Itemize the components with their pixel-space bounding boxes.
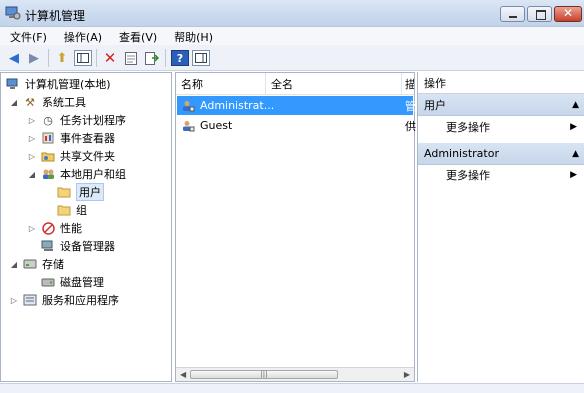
back-icon[interactable]: ◀	[5, 50, 23, 66]
minimize-button[interactable]	[500, 6, 525, 22]
toolbar: ◀ ▶ ⬆ ✕ ?	[0, 45, 584, 71]
list-item[interactable]: Administrat... 管	[177, 96, 416, 115]
more-actions-administrator[interactable]: 更多操作 ▶	[418, 165, 584, 185]
tree-item-groups[interactable]: 组	[56, 201, 87, 219]
scroll-left-icon[interactable]: ◀	[180, 370, 186, 379]
tree-item-system-tools[interactable]: ◢ ⚒ 系统工具	[9, 93, 86, 111]
tree-item-users[interactable]: 用户	[56, 183, 104, 201]
menu-help[interactable]: 帮助(H)	[164, 27, 220, 45]
toolbar-separator	[96, 49, 97, 67]
device-manager-icon	[40, 239, 56, 253]
actions-pane: 操作 用户 ▲ 更多操作 ▶ Administrator ▲ 更多操作 ▶	[417, 72, 584, 382]
help-icon[interactable]: ?	[171, 50, 189, 66]
collapse-arrow-icon[interactable]: ◢	[27, 170, 37, 179]
scroll-right-icon[interactable]: ▶	[404, 370, 410, 379]
list-item[interactable]: Guest 供	[177, 116, 416, 135]
toolbar-separator	[48, 49, 49, 67]
title-bar: 计算机管理 ✕	[0, 0, 584, 27]
delete-icon[interactable]: ✕	[101, 50, 119, 66]
close-icon: ✕	[562, 6, 574, 20]
clock-icon: ◷	[43, 113, 53, 127]
submenu-arrow-icon: ▶	[570, 170, 577, 180]
scrollbar-thumb[interactable]: |||	[190, 370, 338, 379]
show-hide-actions-icon[interactable]	[192, 50, 210, 66]
properties-icon[interactable]	[122, 50, 140, 66]
tree-item-device-manager[interactable]: 设备管理器	[40, 237, 115, 255]
column-header-fullname[interactable]: 全名	[266, 73, 402, 95]
tree-item-event-viewer[interactable]: ▷ 事件查看器	[27, 129, 115, 147]
user-name: Guest	[200, 119, 233, 132]
folder-icon	[56, 203, 72, 217]
tree-item-storage[interactable]: ◢ 存储	[9, 255, 64, 273]
maximize-button[interactable]	[527, 6, 552, 22]
shared-folder-icon	[40, 149, 56, 163]
users-group-icon	[40, 167, 56, 181]
collapse-arrow-icon[interactable]: ◢	[9, 260, 19, 269]
tree-item-shared-folders[interactable]: ▷ 共享文件夹	[27, 147, 115, 165]
tree-item-root[interactable]: 计算机管理(本地)	[5, 75, 111, 93]
tree-item-performance[interactable]: ▷ 性能	[27, 219, 82, 237]
menu-view[interactable]: 查看(V)	[109, 27, 164, 45]
user-list: 名称 全名 描 Administrat... 管 Guest 供 ◀ ||| ▶	[175, 72, 416, 382]
actions-group-administrator[interactable]: Administrator ▲	[418, 143, 584, 165]
close-button[interactable]: ✕	[554, 6, 582, 22]
export-icon[interactable]	[143, 50, 161, 66]
actions-group-users[interactable]: 用户 ▲	[418, 94, 584, 116]
toolbar-separator	[165, 49, 166, 67]
show-hide-tree-icon[interactable]	[74, 50, 92, 66]
tree-item-local-users-groups[interactable]: ◢ 本地用户和组	[27, 165, 126, 183]
expand-arrow-icon[interactable]: ▷	[9, 296, 19, 305]
menu-bar: 文件(F) 操作(A) 查看(V) 帮助(H)	[0, 27, 584, 45]
user-icon	[180, 119, 196, 133]
column-header-name[interactable]: 名称	[176, 73, 266, 95]
user-icon	[180, 99, 196, 113]
user-description: 供	[405, 119, 416, 133]
tree-item-task-scheduler[interactable]: ▷ ◷ 任务计划程序	[27, 111, 126, 129]
menu-action[interactable]: 操作(A)	[54, 27, 109, 45]
forward-icon[interactable]: ▶	[25, 50, 43, 66]
up-icon[interactable]: ⬆	[53, 50, 71, 66]
collapse-up-icon[interactable]: ▲	[572, 100, 579, 110]
navigation-tree: 计算机管理(本地) ◢ ⚒ 系统工具 ▷ ◷ 任务计划程序 ▷ 事件查看器 ▷ …	[0, 72, 172, 382]
expand-arrow-icon[interactable]: ▷	[27, 152, 37, 161]
status-bar	[0, 383, 584, 393]
performance-icon	[40, 221, 56, 235]
expand-arrow-icon[interactable]: ▷	[27, 134, 37, 143]
expand-arrow-icon[interactable]: ▷	[27, 116, 37, 125]
actions-title: 操作	[418, 72, 584, 94]
tools-icon: ⚒	[25, 95, 35, 109]
column-header-description[interactable]: 描	[402, 73, 414, 95]
tree-item-disk-management[interactable]: 磁盘管理	[40, 273, 104, 291]
collapse-up-icon[interactable]: ▲	[572, 149, 579, 159]
event-viewer-icon	[40, 131, 56, 145]
user-name: Administrat...	[200, 99, 275, 112]
computer-management-icon	[5, 77, 21, 91]
window-title: 计算机管理	[25, 9, 86, 23]
tree-item-services-apps[interactable]: ▷ 服务和应用程序	[9, 291, 119, 309]
disk-icon	[40, 275, 56, 289]
more-actions-users[interactable]: 更多操作 ▶	[418, 117, 584, 137]
menu-file[interactable]: 文件(F)	[0, 27, 54, 45]
horizontal-scrollbar[interactable]: ◀ ||| ▶	[176, 367, 414, 381]
collapse-arrow-icon[interactable]: ◢	[9, 98, 19, 107]
computer-management-icon	[5, 6, 21, 20]
storage-icon	[22, 257, 38, 271]
folder-icon	[56, 185, 72, 199]
expand-arrow-icon[interactable]: ▷	[27, 224, 37, 233]
user-description: 管	[405, 99, 416, 113]
services-icon	[22, 293, 38, 307]
submenu-arrow-icon: ▶	[570, 122, 577, 132]
